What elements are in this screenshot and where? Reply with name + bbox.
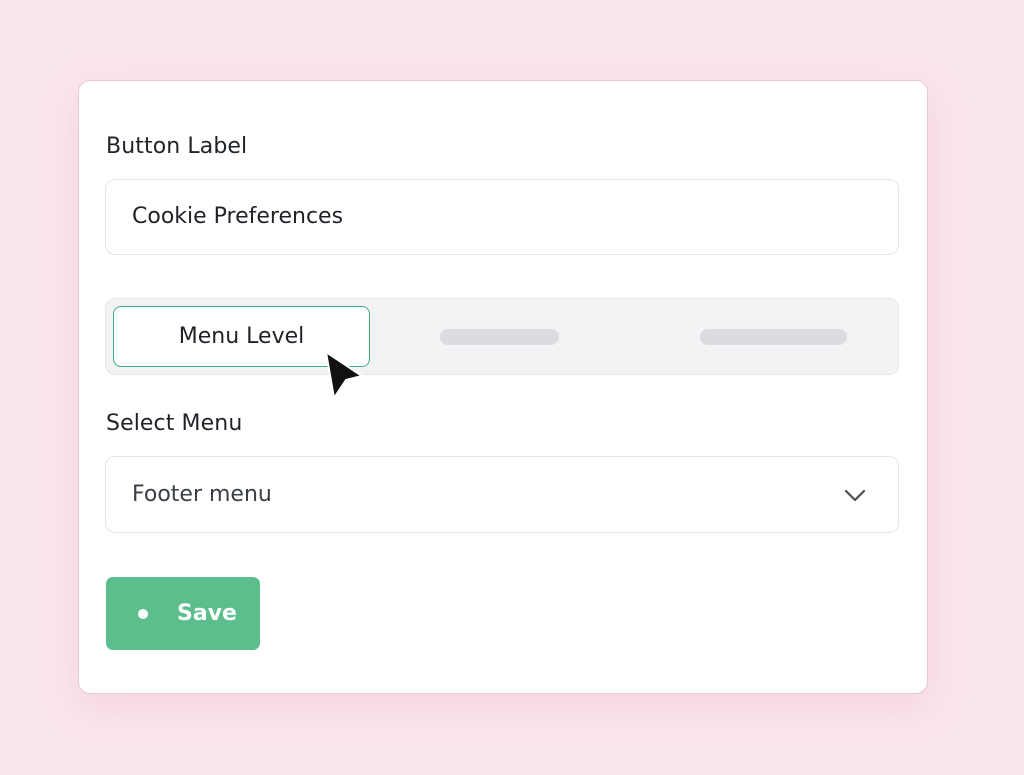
tab-placeholder-2[interactable] bbox=[440, 329, 559, 345]
tab-placeholder-3[interactable] bbox=[700, 329, 847, 345]
settings-card: Button Label Cookie Preferences Menu Lev… bbox=[78, 80, 928, 694]
segmented-tabs: Menu Level bbox=[105, 298, 899, 375]
dot-icon bbox=[138, 608, 148, 619]
button-label-input-value: Cookie Preferences bbox=[132, 204, 344, 229]
select-menu-heading: Select Menu bbox=[106, 411, 243, 436]
select-menu-value: Footer menu bbox=[132, 482, 272, 507]
save-button-label: Save bbox=[177, 601, 237, 626]
mouse-pointer-icon bbox=[325, 351, 363, 399]
tab-menu-level-label: Menu Level bbox=[178, 324, 305, 349]
select-menu-dropdown[interactable]: Footer menu bbox=[105, 456, 899, 533]
save-button[interactable]: Save bbox=[106, 577, 260, 650]
button-label-heading: Button Label bbox=[106, 134, 248, 159]
button-label-input[interactable]: Cookie Preferences bbox=[105, 179, 899, 255]
chevron-down-icon bbox=[844, 489, 866, 502]
